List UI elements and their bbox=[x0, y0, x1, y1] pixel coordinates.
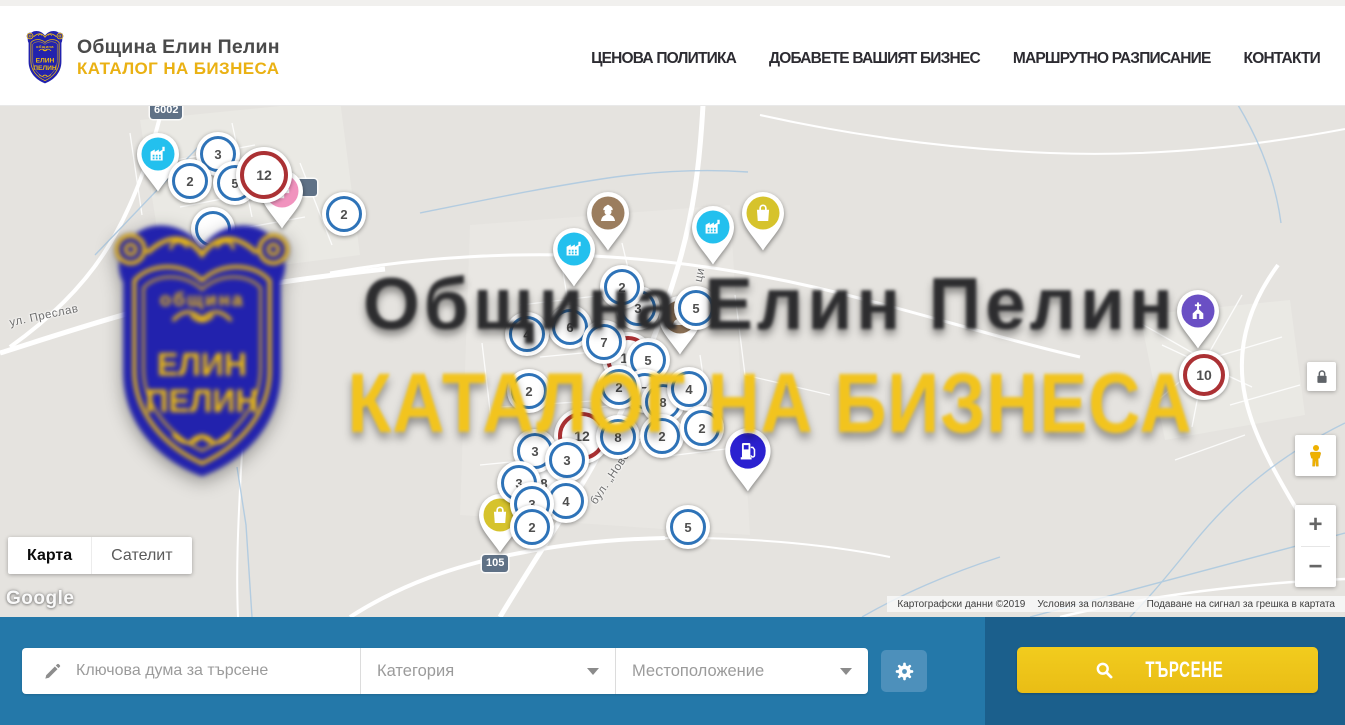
search-bar: Категория Местоположение ТЪРСЕНЕ bbox=[0, 617, 1345, 725]
settings-button[interactable] bbox=[881, 650, 927, 692]
cluster-marker[interactable]: 4 bbox=[505, 312, 549, 356]
cluster-marker[interactable]: 2 bbox=[597, 365, 641, 409]
nav-item-route-schedule[interactable]: МАРШРУТНО РАЗПИСАНИЕ bbox=[1013, 50, 1211, 68]
chevron-down-icon bbox=[587, 668, 599, 675]
map-markers: 32512232512675472842128228333432510 bbox=[0, 105, 1345, 617]
map-type-map-button[interactable]: Карта bbox=[8, 537, 91, 574]
cluster-marker[interactable]: 2 bbox=[168, 159, 212, 203]
main-nav: ЦЕНОВА ПОЛИТИКА ДОБАВЕТЕ ВАШИЯТ БИЗНЕС МАР… bbox=[591, 6, 1320, 111]
cluster-marker[interactable]: 2 bbox=[680, 406, 724, 450]
map-pin-church[interactable] bbox=[1174, 288, 1222, 350]
cluster-marker[interactable]: 12 bbox=[236, 147, 292, 203]
nav-item-contacts[interactable]: КОНТАКТИ bbox=[1244, 50, 1320, 68]
map-pin-worker[interactable] bbox=[584, 190, 632, 252]
report-error-link[interactable]: Подаване на сигнал за грешка в картата bbox=[1141, 599, 1341, 610]
cluster-marker[interactable]: 3 bbox=[545, 438, 589, 482]
map-attribution: Картографски данни ©2019 Условия за полз… bbox=[887, 596, 1345, 612]
site-subtitle: КАТАЛОГ НА БИЗНЕСА bbox=[77, 59, 280, 79]
site-title: Община Елин Пелин bbox=[77, 35, 280, 59]
brand-text: Община Елин Пелин КАТАЛОГ НА БИЗНЕСА bbox=[77, 35, 280, 80]
zoom-out-button[interactable]: − bbox=[1295, 547, 1336, 588]
cluster-marker[interactable]: 5 bbox=[674, 286, 718, 330]
cluster-marker[interactable]: 2 bbox=[510, 505, 554, 549]
zoom-control: + − bbox=[1295, 505, 1336, 587]
keyword-field bbox=[22, 648, 360, 694]
map-pin-fuel[interactable] bbox=[722, 426, 774, 493]
svg-text:община: община bbox=[36, 44, 54, 49]
cluster-marker[interactable] bbox=[191, 207, 235, 251]
cluster-marker[interactable]: 4 bbox=[667, 367, 711, 411]
map-type-control: Карта Сателит bbox=[8, 537, 192, 574]
location-placeholder: Местоположение bbox=[632, 662, 764, 681]
lock-icon bbox=[1312, 367, 1332, 387]
cluster-marker[interactable]: 7 bbox=[582, 320, 626, 364]
location-select[interactable]: Местоположение bbox=[615, 648, 868, 694]
nav-item-pricing-policy[interactable]: ЦЕНОВА ПОЛИТИКА bbox=[591, 50, 736, 68]
google-logo[interactable]: Google bbox=[6, 588, 74, 610]
map-pin-factory[interactable] bbox=[689, 204, 737, 266]
zoom-in-button[interactable]: + bbox=[1295, 505, 1336, 546]
attribution-copyright: Картографски данни ©2019 bbox=[891, 599, 1031, 610]
cluster-marker[interactable]: 8 bbox=[596, 415, 640, 459]
cluster-marker[interactable]: 2 bbox=[600, 265, 644, 309]
brand[interactable]: община ЕЛИН ПЕЛИН Община Елин Пелин КАТА… bbox=[22, 28, 280, 86]
category-placeholder: Категория bbox=[377, 662, 454, 681]
map[interactable]: 6002105ул. Преславбул. „Новоселци 325122… bbox=[0, 105, 1345, 617]
search-button-label: ТЪРСЕНЕ bbox=[1145, 657, 1223, 683]
lock-button[interactable] bbox=[1307, 362, 1336, 391]
search-icon bbox=[1094, 660, 1115, 681]
pegman-button[interactable] bbox=[1295, 435, 1336, 476]
header: община ЕЛИН ПЕЛИН Община Елин Пелин КАТА… bbox=[0, 0, 1345, 105]
pegman-icon bbox=[1303, 443, 1329, 469]
svg-text:ПЕЛИН: ПЕЛИН bbox=[33, 65, 57, 72]
search-fields: Категория Местоположение bbox=[22, 648, 868, 694]
svg-text:ЕЛИН: ЕЛИН bbox=[36, 57, 55, 64]
keyword-input[interactable] bbox=[76, 662, 360, 680]
nav-item-add-business[interactable]: ДОБАВЕТЕ ВАШИЯТ БИЗНЕС bbox=[769, 50, 980, 68]
chevron-down-icon bbox=[840, 668, 852, 675]
cluster-marker[interactable]: 5 bbox=[666, 505, 710, 549]
pencil-icon bbox=[42, 661, 63, 682]
cluster-marker[interactable]: 10 bbox=[1179, 350, 1229, 400]
logo-emblem: община ЕЛИН ПЕЛИН bbox=[22, 28, 68, 86]
cluster-marker[interactable]: 2 bbox=[322, 192, 366, 236]
cluster-marker[interactable]: 2 bbox=[640, 414, 684, 458]
map-pin-bag[interactable] bbox=[739, 190, 787, 252]
gear-icon bbox=[893, 660, 916, 683]
map-type-satellite-button[interactable]: Сателит bbox=[91, 537, 191, 574]
terms-link[interactable]: Условия за ползване bbox=[1031, 599, 1140, 610]
cluster-marker[interactable]: 2 bbox=[507, 369, 551, 413]
search-button[interactable]: ТЪРСЕНЕ bbox=[1017, 647, 1318, 693]
category-select[interactable]: Категория bbox=[360, 648, 615, 694]
